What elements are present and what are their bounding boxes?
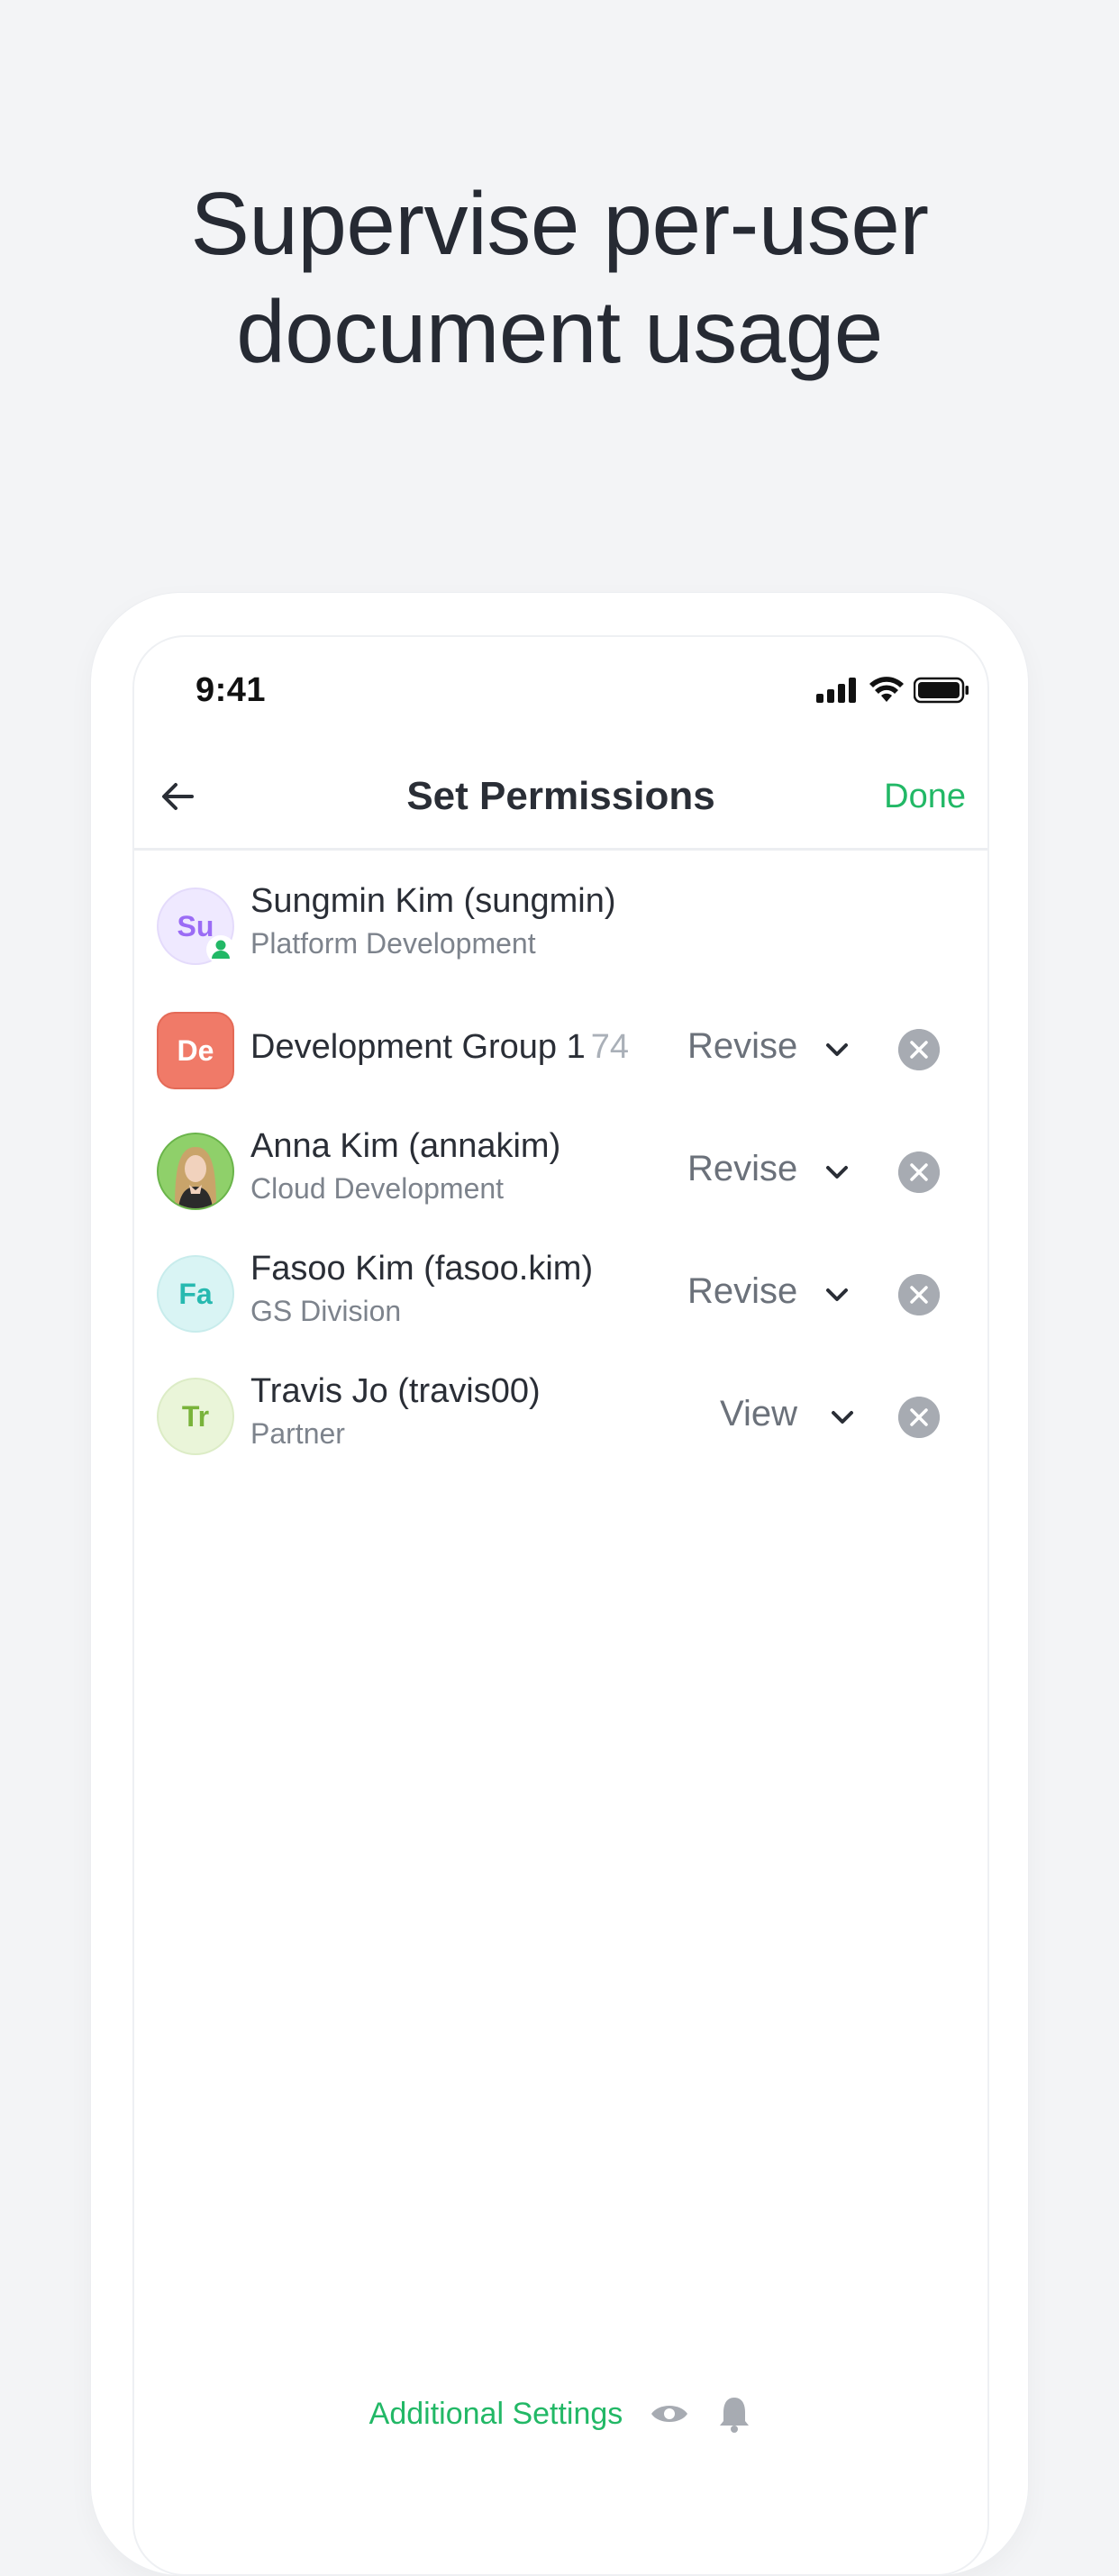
avatar-initials: De	[177, 1033, 214, 1067]
owner-department: Platform Development	[250, 927, 536, 960]
battery-icon	[914, 677, 969, 704]
headline-line-1: Supervise per-user	[190, 174, 929, 273]
chevron-down-icon[interactable]	[821, 1033, 853, 1066]
member-name: Anna Kim (annakim)	[250, 1127, 561, 1165]
eye-icon[interactable]	[650, 2400, 689, 2427]
chevron-down-icon[interactable]	[821, 1279, 853, 1311]
cellular-signal-icon	[816, 678, 856, 703]
navigation-bar: Set Permissions Done	[134, 747, 987, 851]
headline-line-2: document usage	[236, 282, 883, 381]
member-name: Development Group 1 74	[250, 1028, 629, 1067]
permission-select[interactable]: Revise	[687, 1271, 797, 1312]
chevron-down-icon[interactable]	[821, 1156, 853, 1188]
group-avatar: De	[157, 1012, 234, 1089]
owner-row: Su Sungmin Kim (sungmin) Platform Develo…	[134, 871, 987, 979]
member-name: Fasoo Kim (fasoo.kim)	[250, 1250, 594, 1288]
list-item: Anna Kim (annakim) Cloud Development Rev…	[134, 1116, 987, 1224]
member-department: GS Division	[250, 1295, 402, 1327]
remove-icon[interactable]	[898, 1274, 940, 1315]
bell-icon[interactable]	[716, 2394, 752, 2434]
phone-screen: 9:41 Set Permissions Done Su Sungmin Kim…	[132, 635, 989, 2576]
avatar-initials: Tr	[181, 1399, 210, 1433]
avatar: Su	[157, 887, 235, 965]
group-name: Development Group 1	[250, 1028, 586, 1066]
wifi-icon	[869, 677, 904, 702]
list-item: Fa Fasoo Kim (fasoo.kim) GS Division Rev…	[134, 1239, 987, 1347]
footer-bar: Additional Settings	[134, 2394, 987, 2434]
member-count: 74	[590, 1028, 630, 1066]
additional-settings-link[interactable]: Additional Settings	[369, 2397, 623, 2432]
owner-name: Sungmin Kim (sungmin)	[250, 882, 616, 920]
remove-icon[interactable]	[898, 1029, 940, 1070]
person-photo-icon	[159, 1134, 232, 1208]
done-button[interactable]: Done	[884, 778, 966, 816]
chevron-down-icon[interactable]	[826, 1401, 859, 1434]
status-icons	[816, 677, 969, 704]
list-item: Tr Travis Jo (travis00) Partner View	[134, 1361, 987, 1470]
member-department: Partner	[250, 1417, 345, 1450]
permission-select[interactable]: Revise	[687, 1026, 797, 1067]
remove-icon[interactable]	[898, 1151, 940, 1193]
page-title: Set Permissions	[406, 774, 715, 818]
member-department: Cloud Development	[250, 1172, 505, 1205]
permission-select[interactable]: Revise	[687, 1149, 797, 1189]
avatar-initials: Fa	[178, 1277, 213, 1310]
member-name: Travis Jo (travis00)	[250, 1372, 541, 1410]
permission-select[interactable]: View	[720, 1394, 797, 1434]
remove-icon[interactable]	[898, 1397, 940, 1438]
owner-badge-icon	[206, 935, 235, 964]
list-item: De Development Group 1 74 Revise	[134, 996, 987, 1104]
avatar: Tr	[157, 1378, 234, 1455]
headline: Supervise per-user document usage	[0, 169, 1119, 386]
photo-avatar	[157, 1133, 234, 1210]
avatar: Fa	[157, 1255, 234, 1333]
status-time: 9:41	[196, 671, 267, 709]
